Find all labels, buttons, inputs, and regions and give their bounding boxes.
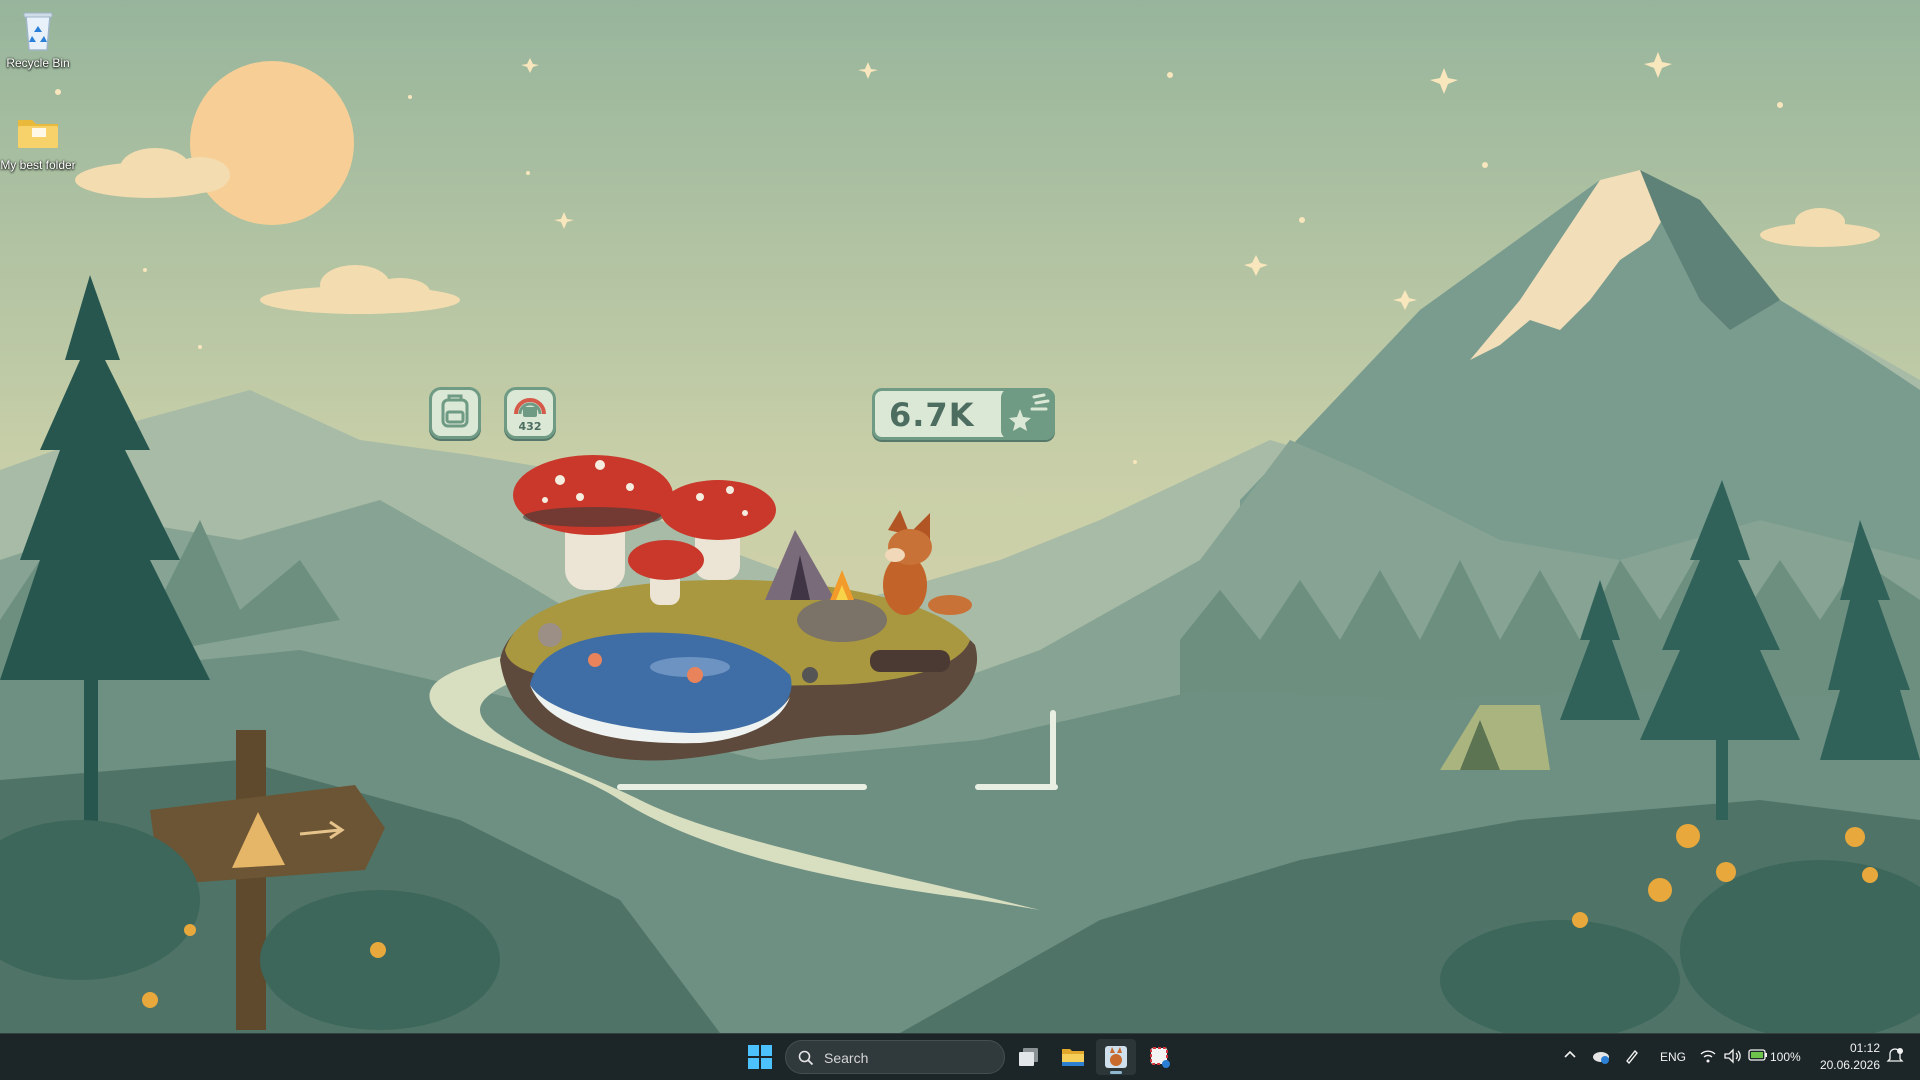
file-explorer-icon [1062, 1049, 1084, 1066]
battery-percentage: 100% [1770, 1050, 1801, 1064]
recycle-bin-icon [14, 6, 62, 54]
my-best-folder-desktop-icon[interactable]: My best folder [0, 108, 76, 172]
search-input[interactable] [822, 1047, 996, 1069]
snipping-tool-icon [1150, 1047, 1170, 1068]
battery-icon[interactable] [1748, 1048, 1768, 1062]
shooting-star-icon [1009, 393, 1050, 431]
island-frame-bottom-right [975, 784, 1058, 790]
island-frame-right-edge [1050, 710, 1056, 790]
backpack-button[interactable] [429, 387, 481, 439]
island-frame-bottom-left [617, 784, 867, 790]
recycle-bin-label: Recycle Bin [6, 56, 70, 70]
search-icon [798, 1050, 814, 1066]
active-app-indicator [1110, 1071, 1122, 1074]
game-app-icon [1105, 1046, 1127, 1068]
clock-date: 20.06.2026 [1819, 1058, 1880, 1072]
recycle-bin-desktop-icon[interactable]: Recycle Bin [0, 6, 76, 70]
task-view-icon [1019, 1048, 1038, 1066]
start-icon [748, 1045, 772, 1069]
onedrive-icon[interactable] [1592, 1048, 1610, 1064]
star-currency-counter[interactable]: 6.7K [872, 388, 1055, 440]
folder-icon [14, 108, 62, 156]
file-explorer-button[interactable] [1053, 1039, 1093, 1075]
task-view-button[interactable] [1009, 1039, 1049, 1075]
desktop: Recycle Bin My best folder 432 6.7K [0, 0, 1920, 1033]
volume-icon[interactable] [1724, 1048, 1742, 1064]
clock-time: 01:12 [1849, 1041, 1880, 1055]
snipping-tool-button[interactable] [1140, 1039, 1180, 1075]
start-button[interactable] [740, 1039, 780, 1075]
my-best-folder-label: My best folder [0, 158, 76, 172]
backpack-icon [441, 394, 469, 428]
collection-count-badge: 432 [518, 420, 542, 433]
clock[interactable]: 01:12 20.06.2026 [1812, 1041, 1880, 1072]
notifications-icon[interactable] [1886, 1047, 1904, 1065]
taskbar: ENG 100% 01:12 20.06.2026 [0, 1033, 1920, 1080]
currency-value: 6.7K [889, 396, 975, 434]
pen-icon[interactable] [1624, 1048, 1640, 1064]
show-hidden-icons-chevron-icon[interactable] [1563, 1048, 1577, 1062]
wifi-icon[interactable] [1700, 1048, 1716, 1064]
collection-button[interactable]: 432 [504, 387, 556, 439]
input-language-indicator[interactable]: ENG [1660, 1050, 1686, 1064]
game-island-scene[interactable] [490, 435, 990, 775]
game-app-button[interactable] [1096, 1039, 1136, 1075]
taskbar-search[interactable] [785, 1040, 1005, 1074]
currency-icon-box [1001, 388, 1055, 440]
